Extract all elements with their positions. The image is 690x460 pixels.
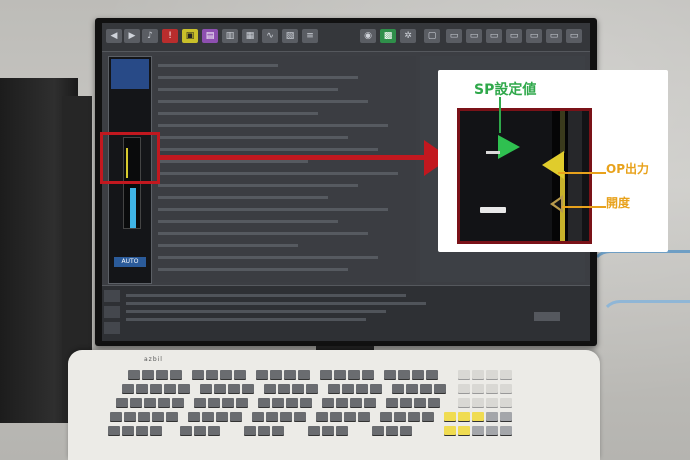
alarm-tab[interactable] (104, 290, 120, 302)
list-icon[interactable]: ≡ (302, 29, 318, 43)
opening-label-leader (562, 206, 606, 208)
monitor-icon[interactable]: ▭ (506, 29, 522, 43)
pv-bar (130, 188, 136, 228)
pv-tick (480, 207, 506, 213)
network-icon[interactable]: ▩ (380, 29, 396, 43)
alarm-tab[interactable] (104, 322, 120, 334)
camera-icon[interactable]: ◉ (360, 29, 376, 43)
message-icon[interactable]: ▣ (182, 29, 198, 43)
op-bar-upper (560, 111, 565, 153)
sp-label: SP設定値 (474, 82, 537, 98)
operation-icon[interactable]: ▤ (202, 29, 218, 43)
forward-icon[interactable]: ▶ (124, 29, 140, 43)
sp-tick (486, 151, 500, 154)
keyboard-keys[interactable] (108, 364, 548, 460)
operator-keyboard: azbil (68, 350, 600, 460)
pv-row (111, 241, 149, 248)
zoomed-bargraph (457, 108, 592, 244)
window-icon[interactable]: ▢ (424, 29, 440, 43)
table-icon[interactable]: ▦ (242, 29, 258, 43)
alarm-icon[interactable]: ! (162, 29, 178, 43)
back-icon[interactable]: ◀ (106, 29, 122, 43)
monitor-icon[interactable]: ▭ (546, 29, 562, 43)
data-table (154, 56, 416, 282)
trend-icon[interactable]: ∿ (262, 29, 278, 43)
sp-marker-icon (498, 135, 520, 159)
keyboard-brand: azbil (144, 356, 163, 363)
monitor-icon[interactable]: ▭ (466, 29, 482, 43)
op-label: OP出力 (606, 162, 649, 176)
speaker-icon[interactable]: ♪ (142, 29, 158, 43)
network-cable (600, 300, 690, 376)
toolbar: ◀ ▶ ♪ ! ▣ ▤ ▥ ▦ ∿ ▧ ≡ ◉ ▩ ✲ ▢ ▭ ▭ ▭ ▭ ▭ … (102, 23, 590, 52)
alarm-tab[interactable] (104, 306, 120, 318)
op-row[interactable] (111, 249, 149, 256)
monitor-icon[interactable]: ▭ (566, 29, 582, 43)
highlight-box (100, 132, 160, 184)
op-marker-icon (542, 151, 564, 179)
monitor-icon[interactable]: ▭ (446, 29, 462, 43)
op-label-leader (558, 172, 606, 174)
confirm-button[interactable] (534, 312, 560, 321)
mode-button[interactable]: AUTO (114, 257, 146, 267)
alarm-summary (494, 292, 586, 338)
sp-row[interactable] (111, 233, 149, 240)
monitor-icon[interactable]: ▭ (486, 29, 502, 43)
sp-label-leader (499, 97, 501, 133)
monitor-icon[interactable]: ▭ (526, 29, 542, 43)
group-icon[interactable]: ▥ (222, 29, 238, 43)
overview-icon[interactable]: ▧ (282, 29, 298, 43)
opening-label: 開度 (606, 196, 631, 210)
alarm-panel (102, 285, 590, 341)
gear-icon[interactable]: ✲ (400, 29, 416, 43)
faceplate-header (111, 59, 149, 89)
callout-arrow-line (160, 155, 432, 160)
